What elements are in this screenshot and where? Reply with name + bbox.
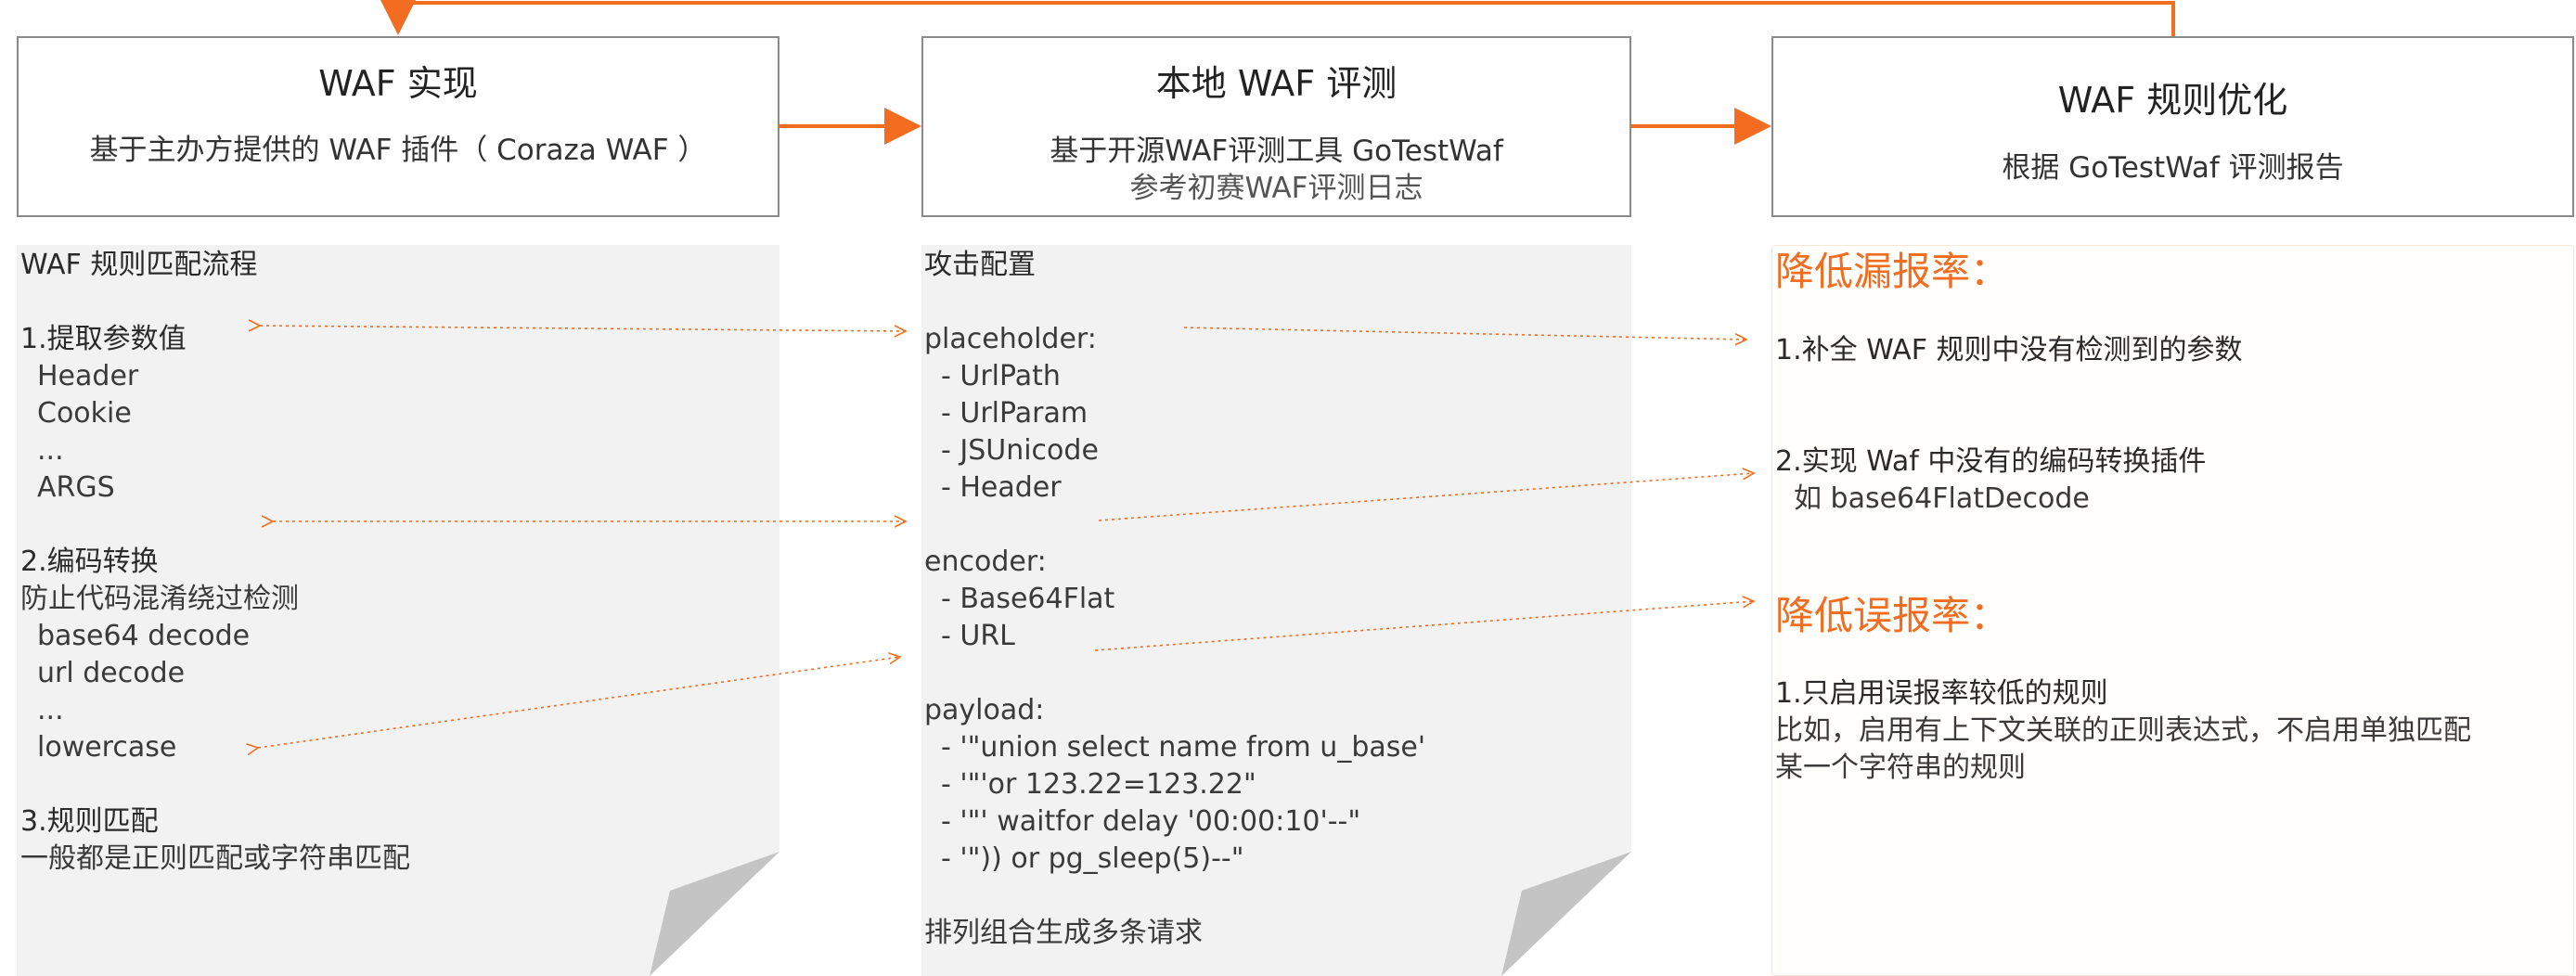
relation-arrow	[1183, 327, 1746, 340]
connector-overlay	[0, 0, 2175, 976]
relation-arrow	[260, 326, 906, 331]
relation-arrow	[1098, 473, 1754, 521]
relation-arrow	[258, 657, 900, 748]
relation-arrow	[1094, 601, 1754, 651]
feedback-arrow	[380, 0, 2175, 36]
